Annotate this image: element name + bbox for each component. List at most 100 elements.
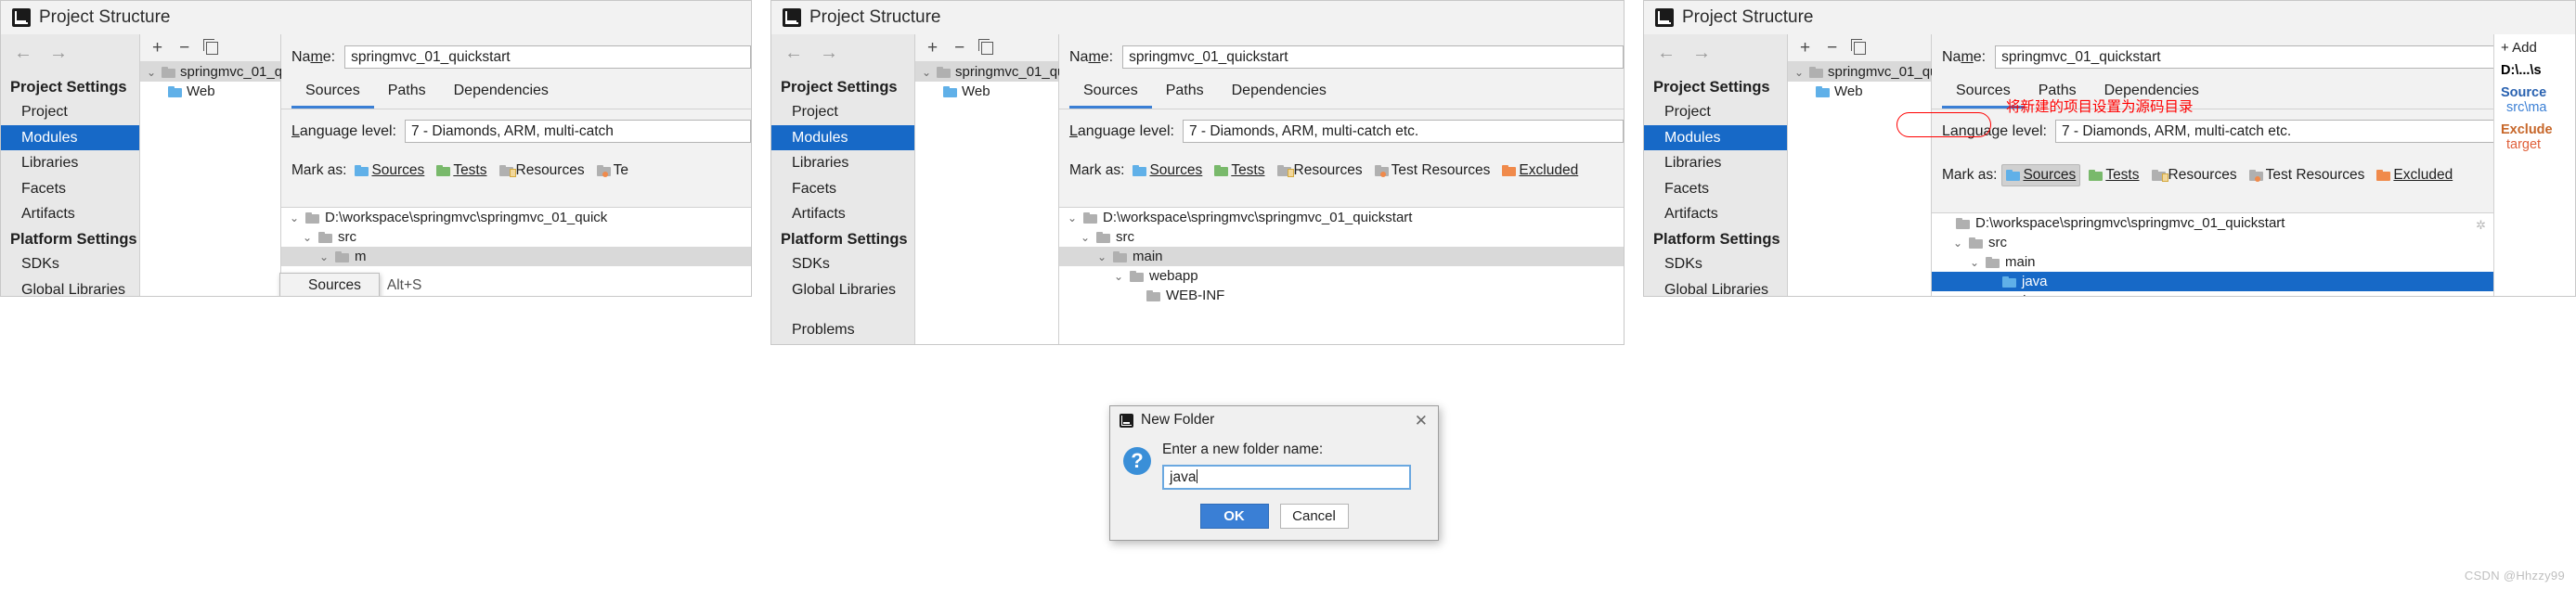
arrow-right-icon[interactable]: → (820, 44, 838, 62)
tab-dependencies[interactable]: Dependencies (1218, 78, 1340, 109)
chevron-down-icon[interactable]: ⌄ (1096, 251, 1107, 262)
copy-icon[interactable] (206, 42, 218, 55)
tree-row[interactable]: ⌄ m (281, 247, 751, 266)
arrow-right-icon[interactable]: → (1692, 44, 1711, 62)
sidebar-item-project[interactable]: Project (1644, 99, 1787, 125)
remove-icon[interactable]: − (179, 39, 189, 57)
sidebar-item-modules[interactable]: Modules (1644, 125, 1787, 151)
sidebar-item-modules[interactable]: Modules (771, 125, 914, 151)
sidebar-item-artifacts[interactable]: Artifacts (771, 201, 914, 227)
sidebar-item-facets[interactable]: Facets (1644, 176, 1787, 202)
mark-as-sources[interactable]: Sources (351, 160, 428, 181)
chevron-down-icon[interactable]: ⌄ (1969, 257, 1980, 268)
mark-as-sources[interactable]: Sources (2001, 164, 2080, 186)
tab-dependencies[interactable]: Dependencies (440, 78, 563, 109)
sidebar-item-global-libraries[interactable]: Global Libraries (1644, 277, 1787, 297)
mark-as-resources[interactable]: Resources (2148, 165, 2241, 186)
tab-sources[interactable]: Sources (1069, 78, 1152, 109)
chevron-down-icon[interactable]: ⌄ (318, 251, 330, 262)
sidebar-item-sdks[interactable]: SDKs (1644, 251, 1787, 277)
mark-as-resources[interactable]: Resources (496, 160, 589, 181)
module-row-root[interactable]: ⌄ springmvc_01_quickst (1788, 62, 1931, 82)
mark-as-sources[interactable]: Sources (1129, 160, 1206, 181)
chevron-down-icon[interactable]: ⌄ (1969, 296, 1980, 297)
tab-paths[interactable]: Paths (1152, 78, 1218, 109)
tree-row[interactable]: ⌄ src (281, 227, 751, 247)
remove-icon[interactable]: − (954, 39, 964, 57)
arrow-left-icon[interactable]: ← (14, 44, 32, 62)
sidebar-item-libraries[interactable]: Libraries (1, 150, 139, 176)
add-content-root-button[interactable]: + Add (2501, 40, 2571, 56)
mark-as-tests[interactable]: Tests (433, 160, 490, 181)
tree-row[interactable]: ⌄ main (1932, 252, 2493, 272)
module-row-root[interactable]: ⌄ springmvc_01_quickst (915, 62, 1058, 82)
language-level-select-1[interactable]: 7 - Diamonds, ARM, multi-catch (405, 120, 751, 143)
context-menu-item-tests[interactable]: Tests Alt+T (280, 296, 379, 297)
sidebar-item-libraries[interactable]: Libraries (1644, 150, 1787, 176)
sidebar-item-facets[interactable]: Facets (1, 176, 139, 202)
add-icon[interactable]: + (927, 39, 938, 57)
mark-as-test-resources[interactable]: Test Resources (1371, 160, 1495, 181)
tree-row[interactable]: ⌄ src (1932, 233, 2493, 252)
add-icon[interactable]: + (152, 39, 162, 57)
chevron-down-icon[interactable]: ⌄ (921, 67, 932, 78)
tree-row[interactable]: ⌄ webapp (1932, 291, 2493, 296)
module-row-web[interactable]: Web (140, 82, 280, 101)
mark-as-tests[interactable]: Tests (1210, 160, 1268, 181)
mark-as-excluded[interactable]: Excluded (1498, 160, 1582, 181)
sidebar-item-artifacts[interactable]: Artifacts (1644, 201, 1787, 227)
tab-paths[interactable]: Paths (374, 78, 440, 109)
module-row-web[interactable]: Web (1788, 82, 1931, 101)
arrow-left-icon[interactable]: ← (784, 44, 803, 62)
chevron-down-icon[interactable]: ⌄ (1952, 237, 1963, 249)
mark-as-test-resources[interactable]: Test Resources (2246, 165, 2369, 186)
arrow-left-icon[interactable]: ← (1657, 44, 1676, 62)
sidebar-item-sdks[interactable]: SDKs (1, 251, 139, 277)
cancel-button[interactable]: Cancel (1280, 504, 1349, 529)
copy-icon[interactable] (981, 42, 993, 55)
chevron-down-icon[interactable]: ⌄ (1113, 271, 1124, 282)
chevron-down-icon[interactable]: ⌄ (1793, 67, 1805, 78)
sidebar-item-global-libraries[interactable]: Global Libraries (771, 277, 914, 303)
tree-row[interactable]: ⌄ webapp (1059, 266, 1624, 286)
sidebar-item-libraries[interactable]: Libraries (771, 150, 914, 176)
sidebar-item-project[interactable]: Project (771, 99, 914, 125)
sidebar-item-project[interactable]: Project (1, 99, 139, 125)
tab-sources[interactable]: Sources (291, 78, 374, 109)
language-level-select-2[interactable]: 7 - Diamonds, ARM, multi-catch etc. (1183, 120, 1624, 143)
sidebar-item-modules[interactable]: Modules (1, 125, 139, 151)
chevron-down-icon[interactable]: ⌄ (146, 67, 157, 78)
chevron-down-icon[interactable]: ⌄ (1067, 212, 1078, 224)
tree-row[interactable]: ⌄ main (1059, 247, 1624, 266)
remove-icon[interactable]: − (1827, 39, 1837, 57)
add-icon[interactable]: + (1800, 39, 1810, 57)
module-name-input-3[interactable]: springmvc_01_quickstart (1995, 45, 2575, 69)
tree-row[interactable]: java (1932, 272, 2493, 291)
module-name-input-1[interactable]: springmvc_01_quickstart (344, 45, 751, 69)
folder-name-input[interactable]: java (1162, 465, 1411, 490)
chevron-down-icon[interactable]: ⌄ (302, 232, 313, 243)
mark-as-excluded[interactable]: Excluded (2373, 165, 2456, 186)
sidebar-item-sdks[interactable]: SDKs (771, 251, 914, 277)
module-name-input-2[interactable]: springmvc_01_quickstart (1122, 45, 1624, 69)
ok-button[interactable]: OK (1200, 504, 1269, 529)
sidebar-item-global-libraries[interactable]: Global Libraries (1, 277, 139, 297)
sidebar-item-facets[interactable]: Facets (771, 176, 914, 202)
mark-as-test-resources[interactable]: Te (593, 160, 632, 181)
chevron-down-icon[interactable]: ⌄ (1080, 232, 1091, 243)
module-row-root[interactable]: ⌄ springmvc_01_quickst (140, 62, 280, 82)
tree-row[interactable]: WEB-INF (1059, 286, 1624, 305)
tree-row[interactable]: ⌄ src (1059, 227, 1624, 247)
tree-row[interactable]: ⌄ D:\workspace\springmvc\springmvc_01_qu… (281, 208, 751, 227)
mark-as-resources[interactable]: Resources (1274, 160, 1366, 181)
copy-icon[interactable] (1854, 42, 1866, 55)
arrow-right-icon[interactable]: → (49, 44, 68, 62)
context-menu-item-sources[interactable]: Sources Alt+S (280, 275, 379, 296)
sidebar-item-problems[interactable]: Problems (771, 317, 914, 343)
tree-row[interactable]: ⌄ D:\workspace\springmvc\springmvc_01_qu… (1059, 208, 1624, 227)
chevron-down-icon[interactable]: ⌄ (289, 212, 300, 224)
sidebar-item-artifacts[interactable]: Artifacts (1, 201, 139, 227)
close-icon[interactable]: ✕ (1412, 413, 1430, 429)
mark-as-tests[interactable]: Tests (2085, 165, 2142, 186)
tree-row[interactable]: D:\workspace\springmvc\springmvc_01_quic… (1932, 213, 2493, 233)
